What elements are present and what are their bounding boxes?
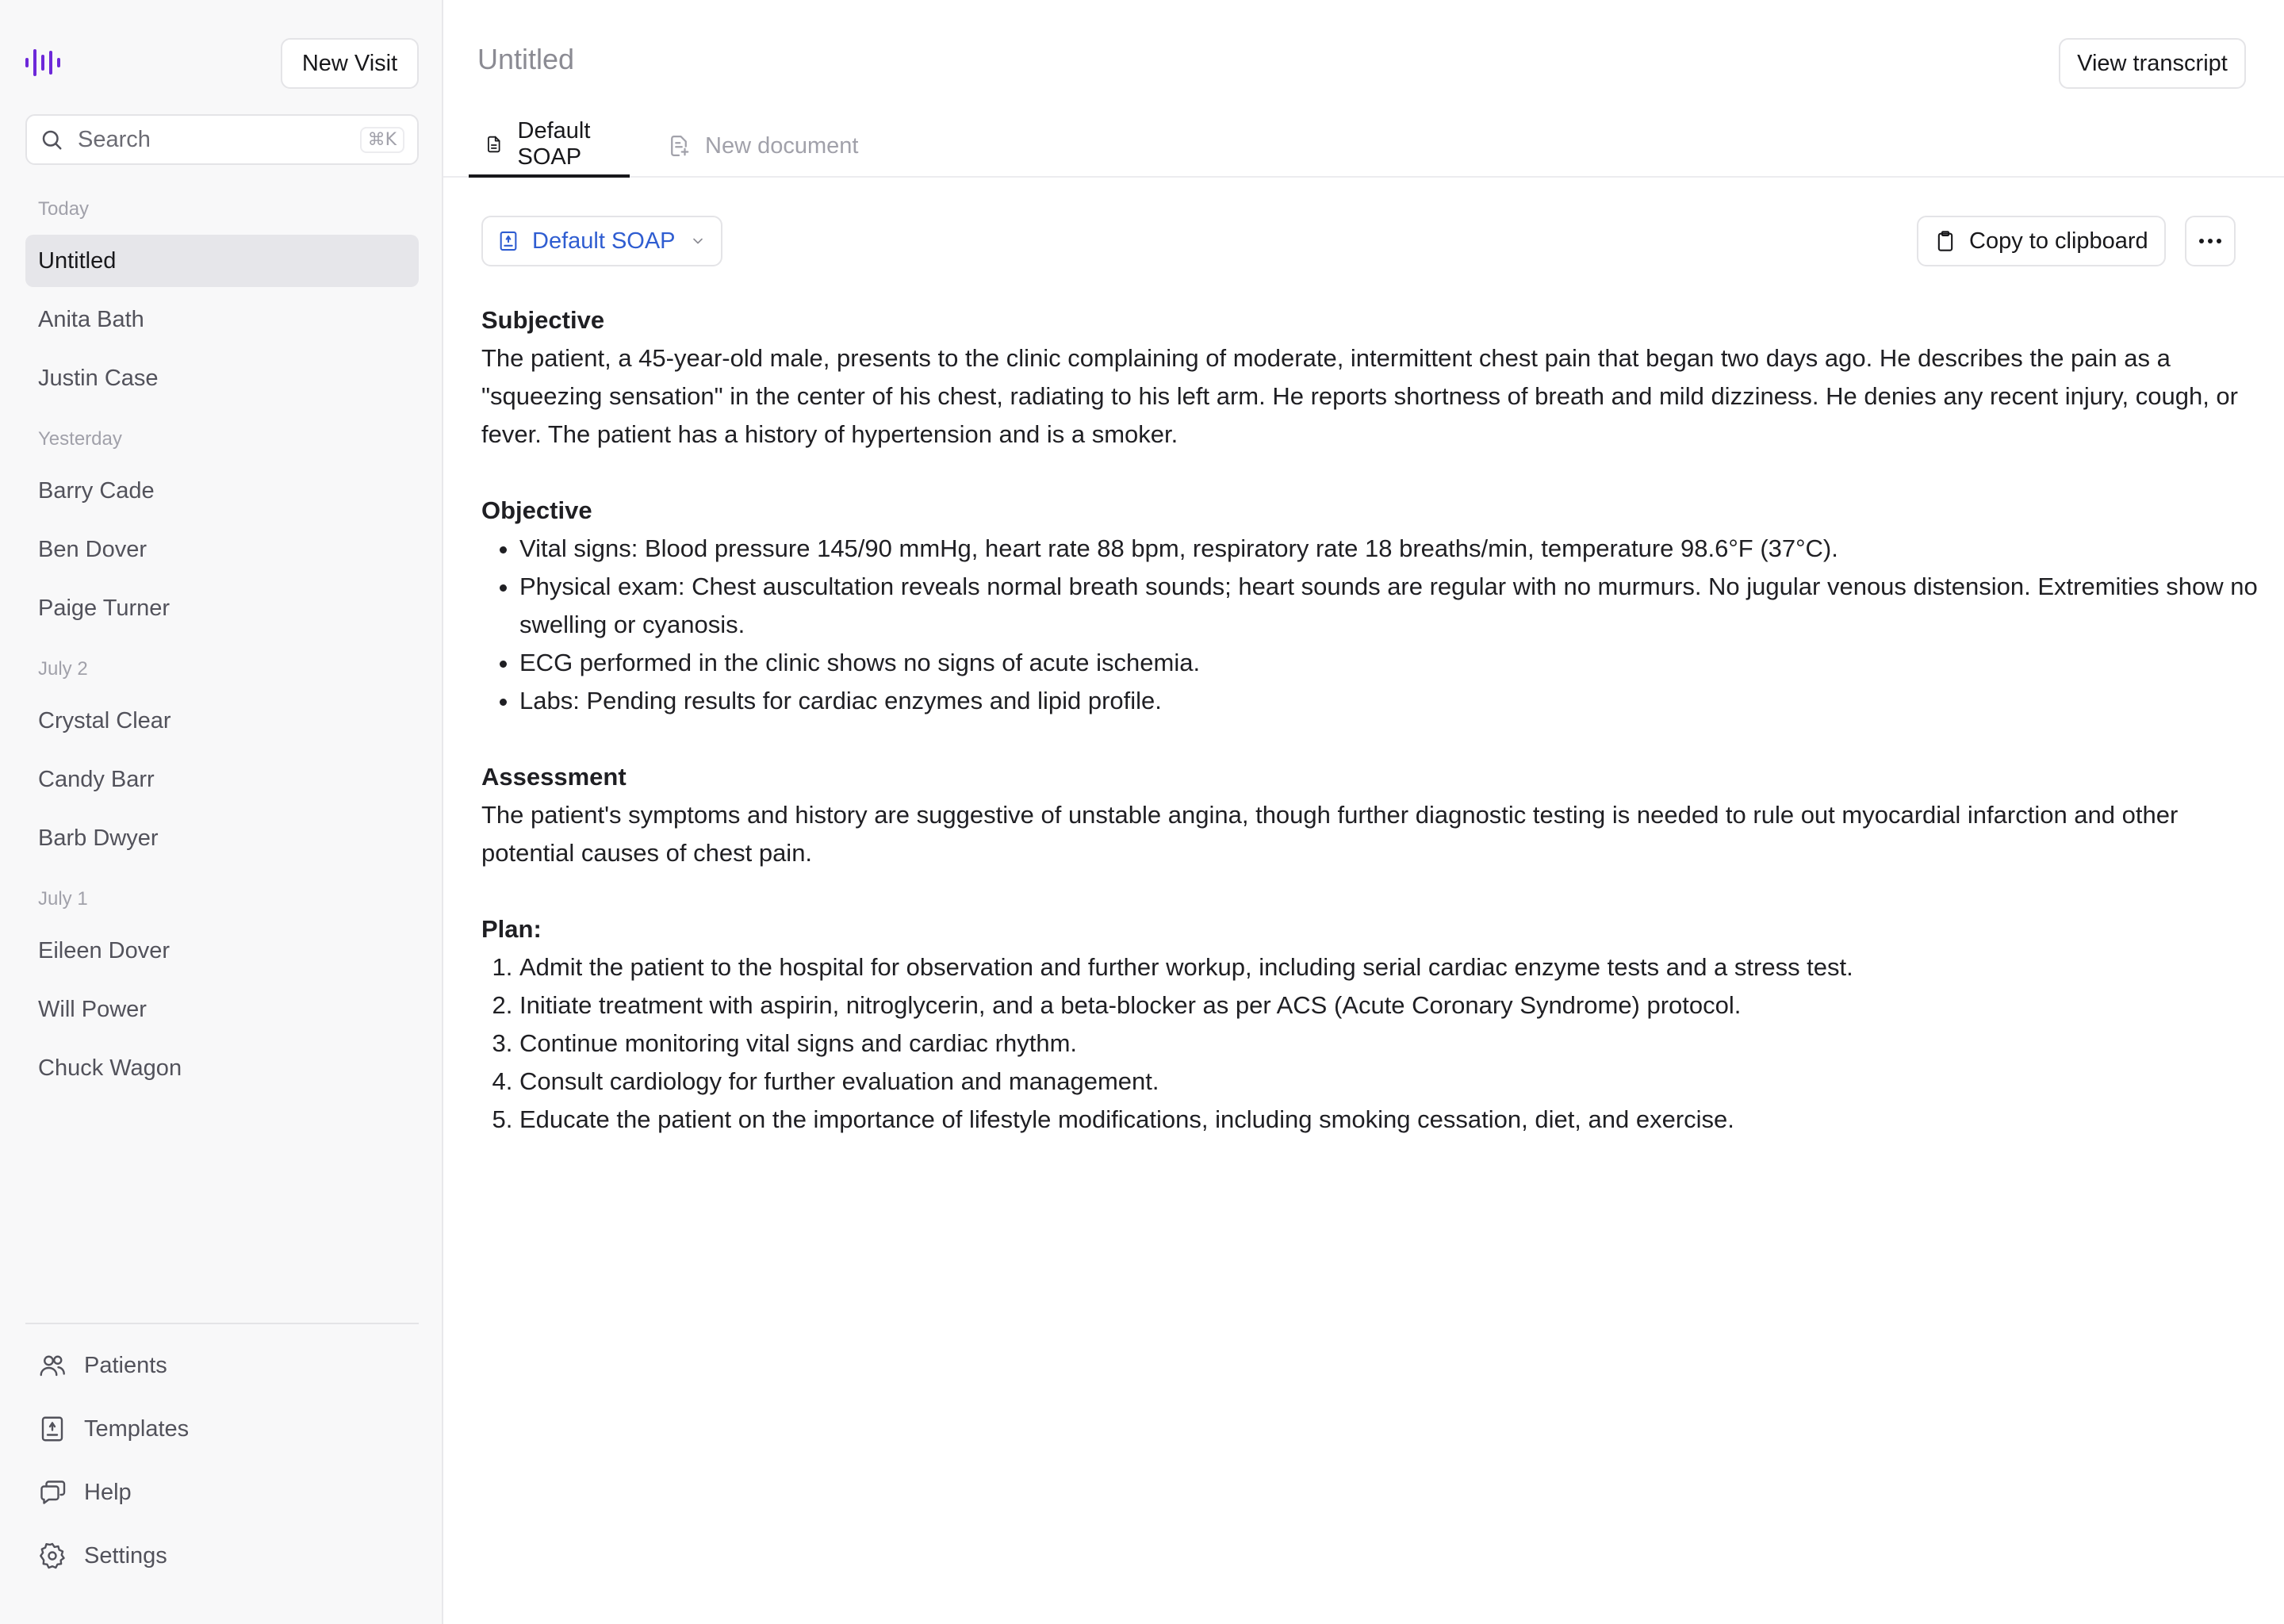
gear-icon	[40, 1542, 65, 1569]
clipboard-icon	[1937, 231, 1953, 251]
nav-help[interactable]: Help	[25, 1467, 419, 1518]
section-heading-objective: Objective	[481, 496, 592, 524]
nav-label: Help	[84, 1479, 132, 1505]
visit-item-will-power[interactable]: Will Power	[25, 983, 419, 1036]
subjective-text: The patient, a 45-year-old male, present…	[481, 344, 2238, 448]
list-item: Vital signs: Blood pressure 145/90 mmHg,…	[519, 530, 2258, 568]
list-item: Continue monitoring vital signs and card…	[519, 1025, 2258, 1063]
tab-label: New document	[705, 132, 859, 159]
nav-label: Settings	[84, 1542, 167, 1568]
main-panel: Untitled View transcript Default SOAP Ne…	[443, 0, 2284, 1624]
users-icon	[40, 1355, 65, 1377]
new-visit-button[interactable]: New Visit	[281, 38, 419, 89]
document-icon	[488, 136, 500, 153]
search-icon	[42, 130, 62, 150]
app-window: New Visit ⌘K Today Untitled Anita Bath J…	[0, 0, 2284, 1624]
visit-item-paige-turner[interactable]: Paige Turner	[25, 582, 419, 634]
soap-note[interactable]: Subjective The patient, a 45-year-old ma…	[481, 301, 2258, 1177]
visit-item-ben-dover[interactable]: Ben Dover	[25, 523, 419, 576]
nav-templates[interactable]: Templates	[25, 1404, 419, 1454]
list-item: Physical exam: Chest auscultation reveal…	[519, 568, 2258, 644]
sidebar: New Visit ⌘K Today Untitled Anita Bath J…	[0, 0, 443, 1624]
visit-item-eileen-dover[interactable]: Eileen Dover	[25, 925, 419, 977]
tab-label: Default SOAP	[517, 118, 591, 170]
section-heading-subjective: Subjective	[481, 306, 605, 334]
chevron-down-icon	[692, 238, 703, 244]
nav-label: Patients	[84, 1352, 167, 1378]
list-item: Labs: Pending results for cardiac enzyme…	[519, 682, 2258, 720]
visit-list: Today Untitled Anita Bath Justin Case Ye…	[25, 184, 419, 1101]
search-box[interactable]: ⌘K	[25, 114, 419, 165]
view-transcript-button[interactable]: View transcript	[2059, 38, 2246, 89]
list-item: Educate the patient on the importance of…	[519, 1101, 2258, 1139]
list-item: Consult cardiology for further evaluatio…	[519, 1063, 2258, 1101]
group-label: July 1	[38, 888, 88, 910]
search-shortcut-badge: ⌘K	[359, 126, 404, 153]
nav-patients[interactable]: Patients	[25, 1340, 419, 1391]
group-label: Today	[38, 198, 90, 220]
nav-settings[interactable]: Settings	[25, 1530, 419, 1581]
sidebar-footer-nav: Patients Templates Help Settings	[25, 1323, 419, 1594]
section-heading-plan: Plan:	[481, 915, 542, 943]
search-input[interactable]	[78, 126, 360, 153]
visit-group-july-2: July 2 Crystal Clear Candy Barr Barb Dwy…	[25, 644, 419, 864]
ellipsis-icon	[2199, 239, 2221, 243]
visit-item-untitled[interactable]: Untitled	[25, 235, 419, 287]
chat-icon	[40, 1480, 66, 1504]
plan-list: Admit the patient to the hospital for ob…	[481, 948, 2258, 1139]
visit-item-anita-bath[interactable]: Anita Bath	[25, 293, 419, 346]
template-select-label: Default SOAP	[532, 228, 676, 254]
visit-group-yesterday: Yesterday Barry Cade Ben Dover Paige Tur…	[25, 414, 419, 634]
list-item: ECG performed in the clinic shows no sig…	[519, 644, 2258, 682]
visit-item-barb-dwyer[interactable]: Barb Dwyer	[25, 812, 419, 864]
visit-item-chuck-wagon[interactable]: Chuck Wagon	[25, 1042, 419, 1094]
visit-item-crystal-clear[interactable]: Crystal Clear	[25, 695, 419, 747]
visit-item-justin-case[interactable]: Justin Case	[25, 352, 419, 404]
visit-group-today: Today Untitled Anita Bath Justin Case	[25, 184, 419, 404]
objective-list: Vital signs: Blood pressure 145/90 mmHg,…	[481, 530, 2258, 720]
page-title[interactable]: Untitled	[477, 43, 574, 76]
template-icon	[41, 1416, 63, 1442]
group-label: Yesterday	[38, 428, 122, 450]
document-plus-icon	[671, 136, 689, 156]
visit-group-july-1: July 1 Eileen Dover Will Power Chuck Wag…	[25, 874, 419, 1094]
visit-item-barry-cade[interactable]: Barry Cade	[25, 465, 419, 517]
template-select[interactable]: Default SOAP	[481, 216, 722, 266]
document-tabs: Default SOAP New document	[443, 114, 2284, 178]
assessment-text: The patient's symptoms and history are s…	[481, 801, 2179, 867]
waveform-logo-icon[interactable]	[25, 49, 68, 76]
template-icon	[500, 231, 517, 251]
tab-default-soap[interactable]: Default SOAP	[469, 114, 630, 178]
list-item: Initiate treatment with aspirin, nitrogl…	[519, 986, 2258, 1025]
nav-label: Templates	[84, 1415, 190, 1442]
copy-to-clipboard-button[interactable]: Copy to clipboard	[1917, 216, 2166, 266]
more-options-button[interactable]	[2185, 216, 2236, 266]
section-heading-assessment: Assessment	[481, 763, 627, 791]
tab-new-document[interactable]: New document	[667, 114, 858, 178]
list-item: Admit the patient to the hospital for ob…	[519, 948, 2258, 986]
copy-button-label: Copy to clipboard	[1969, 228, 2148, 254]
group-label: July 2	[38, 658, 88, 680]
visit-item-candy-barr[interactable]: Candy Barr	[25, 753, 419, 806]
